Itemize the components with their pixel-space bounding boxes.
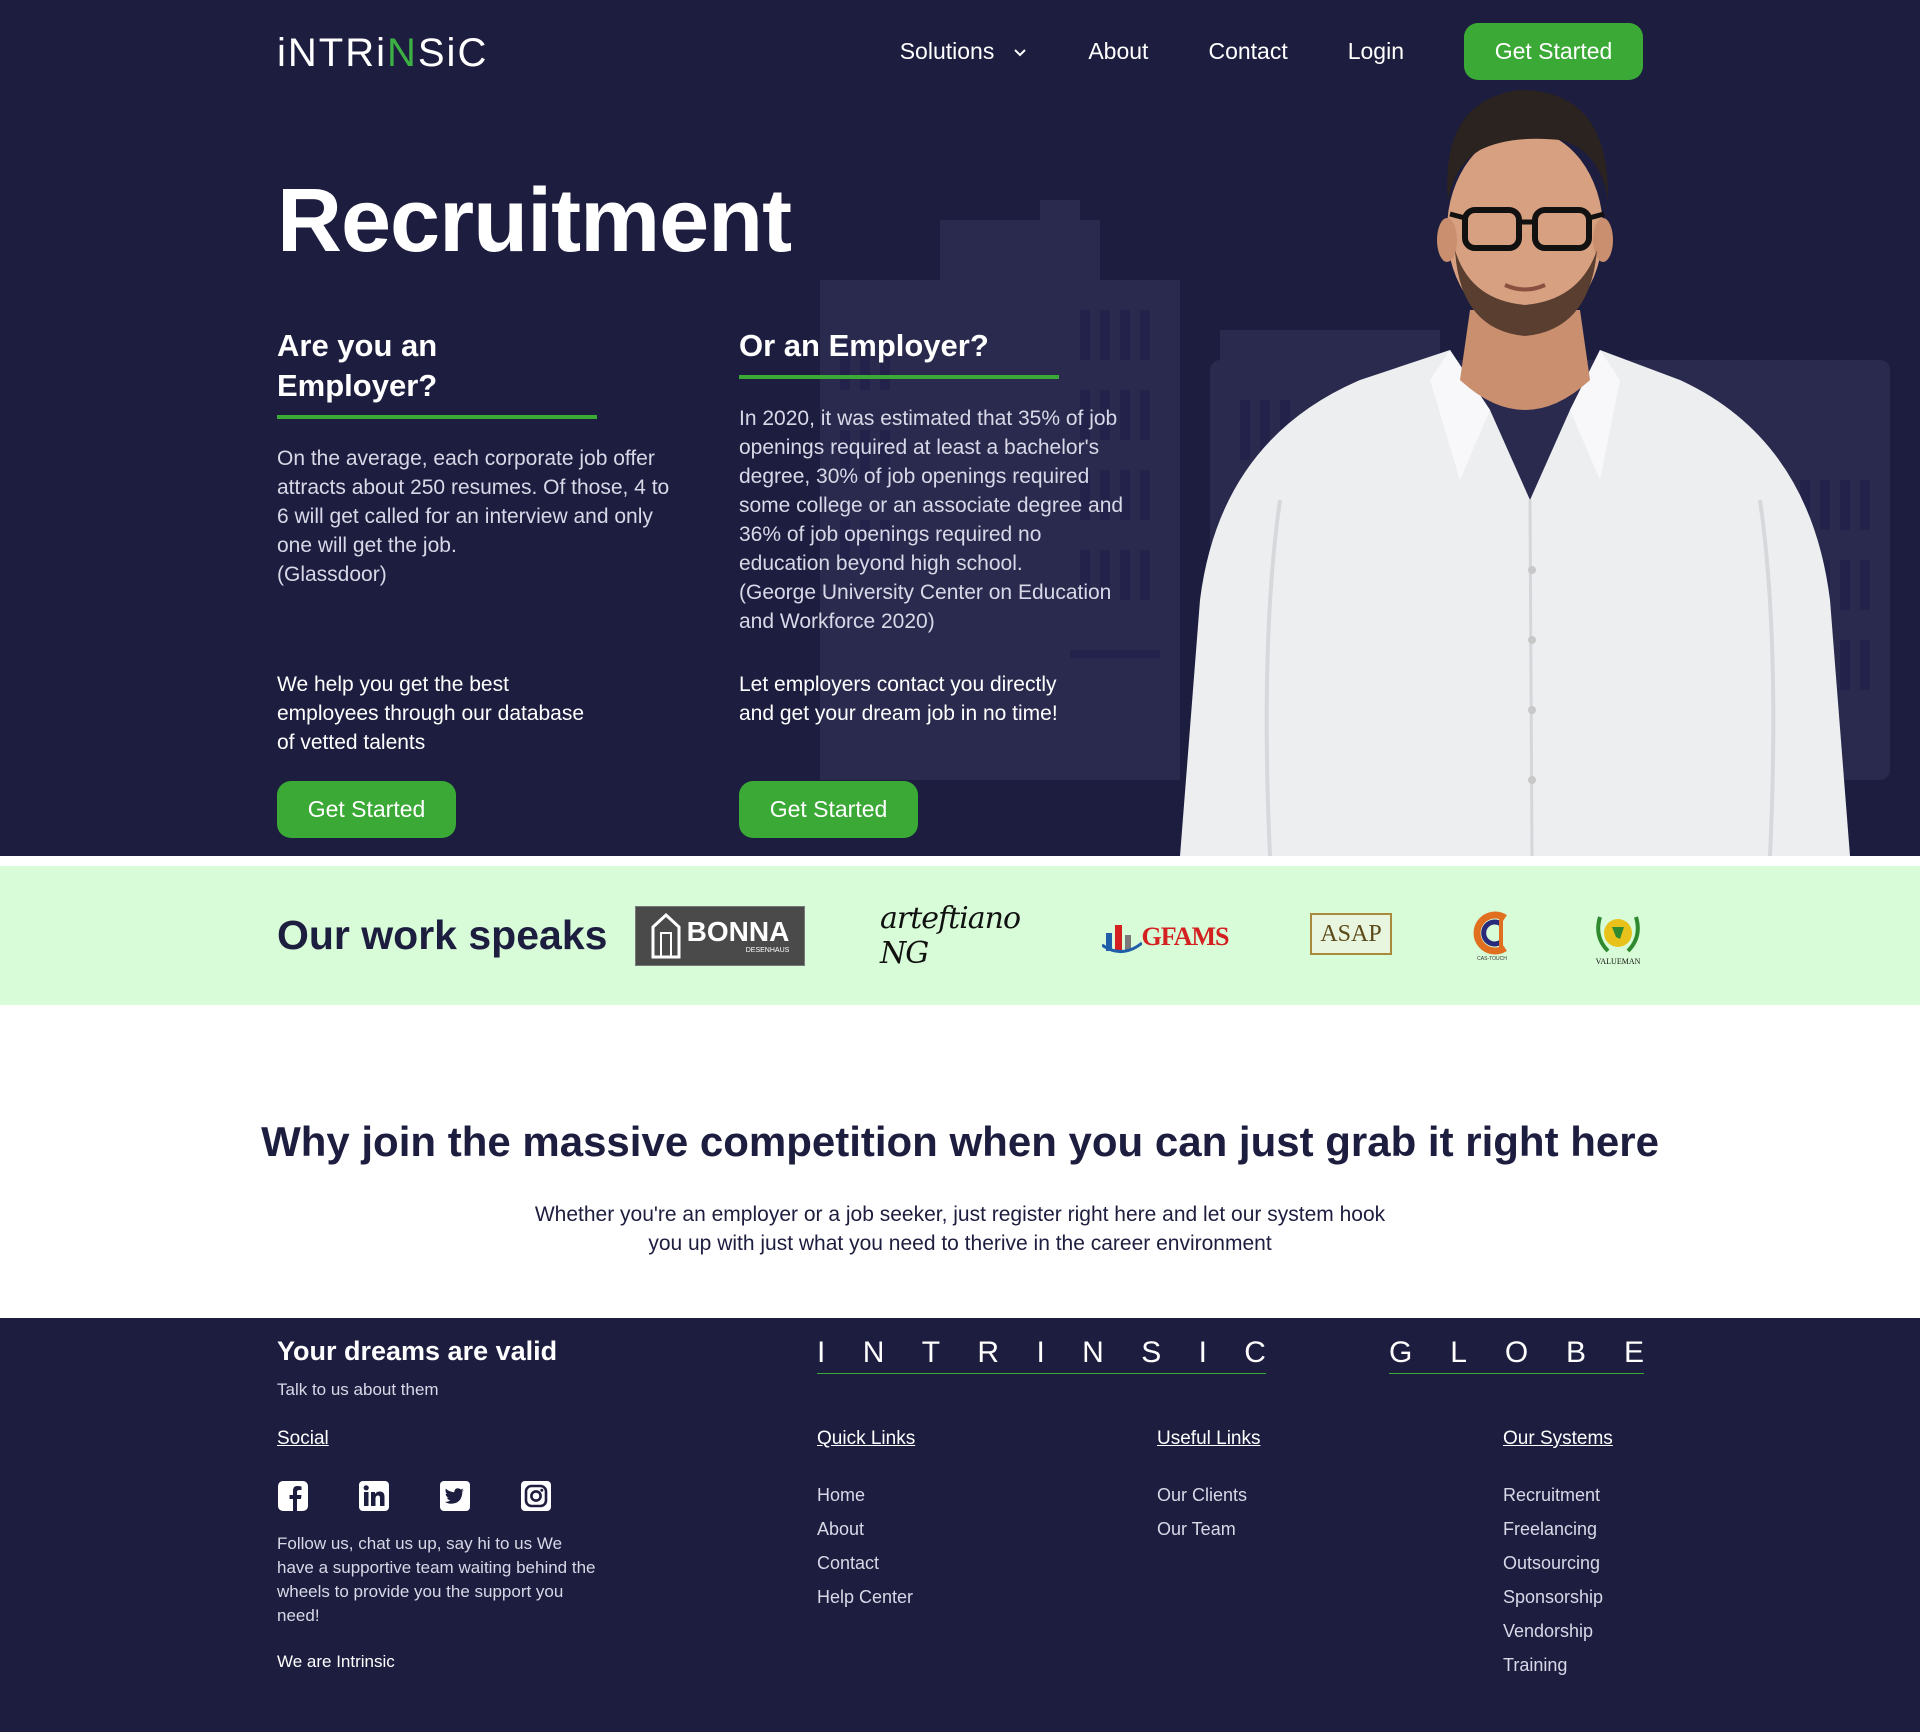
nav-get-started-button[interactable]: Get Started: [1464, 23, 1643, 80]
partners-strip: Our work speaks BONNA DESENHAUS arteftia…: [0, 866, 1920, 1005]
hero-person-photo: [1180, 90, 1850, 856]
seeker-stat-text: In 2020, it was estimated that 35% of jo…: [739, 407, 1124, 633]
social-icons: [277, 1480, 601, 1512]
brand-letter: S: [1141, 1336, 1162, 1369]
brand-letter: C: [1244, 1336, 1266, 1369]
brand-letter: O: [1504, 1336, 1529, 1369]
employer-get-started-button[interactable]: Get Started: [277, 781, 456, 838]
footer-brand-intrinsic: I N T R I N S I C: [817, 1336, 1266, 1374]
nav-contact[interactable]: Contact: [1208, 38, 1287, 65]
chevron-down-icon: [1014, 48, 1027, 56]
asap-logo-text: ASAP: [1320, 920, 1382, 947]
cas-touch-mark-icon: [1473, 911, 1507, 955]
why-heading: Why join the massive competition when yo…: [261, 1118, 1659, 1165]
footer-dreams-heading: Your dreams are valid: [277, 1336, 558, 1366]
footer-link-training[interactable]: Training: [1503, 1648, 1613, 1682]
gfams-logo-text: GFAMS: [1141, 922, 1230, 951]
partners-title: Our work speaks: [277, 912, 608, 958]
brand-letter: E: [1623, 1336, 1644, 1369]
arteftiano-logo: arteftiano NG: [880, 901, 1021, 971]
why-text: Whether you're an employer or a job seek…: [534, 1203, 1386, 1255]
logo-text-accent: N: [386, 30, 418, 75]
footer-social-heading: Social: [277, 1428, 329, 1449]
useful-links-column: Useful Links Our Clients Our Team: [1157, 1428, 1261, 1546]
cas-touch-logo: CAS-TOUCH: [1462, 906, 1522, 966]
footer-link-help-center[interactable]: Help Center: [817, 1580, 915, 1614]
valueman-logo: VALUEMAN: [1590, 904, 1646, 968]
brand-letter: G: [1389, 1336, 1413, 1369]
employer-heading: Are you an Employer?: [277, 326, 597, 419]
footer: Your dreams are valid Talk to us about t…: [0, 1318, 1920, 1732]
footer-link-our-clients[interactable]: Our Clients: [1157, 1478, 1261, 1512]
footer-link-sponsorship[interactable]: Sponsorship: [1503, 1580, 1613, 1614]
seeker-get-started-button[interactable]: Get Started: [739, 781, 918, 838]
footer-link-outsourcing[interactable]: Outsourcing: [1503, 1546, 1613, 1580]
quick-links-heading: Quick Links: [817, 1428, 916, 1449]
footer-link-our-team[interactable]: Our Team: [1157, 1512, 1261, 1546]
brand-letter: N: [1082, 1336, 1104, 1369]
bonna-logo-text: BONNA: [686, 916, 790, 947]
our-systems-heading: Our Systems: [1503, 1428, 1613, 1449]
main-nav: Solutions About Contact Login Get Starte…: [900, 23, 1643, 80]
seeker-heading: Or an Employer?: [739, 326, 1059, 379]
instagram-icon[interactable]: [520, 1480, 552, 1512]
bonna-logo-sub: DESENHAUS: [745, 947, 790, 954]
footer-follow-text: Follow us, chat us up, say hi to us We h…: [277, 1534, 596, 1625]
valueman-emblem-icon: [1596, 915, 1640, 952]
brand-letter: T: [921, 1336, 941, 1369]
footer-we-are: We are Intrinsic: [277, 1652, 395, 1671]
valueman-logo-text: VALUEMAN: [1595, 956, 1641, 966]
our-systems-column: Our Systems Recruitment Freelancing Outs…: [1503, 1428, 1613, 1682]
nav-login[interactable]: Login: [1348, 38, 1404, 65]
intrinsic-logo[interactable]: iNTRi N SiC: [277, 30, 488, 76]
nav-solutions[interactable]: Solutions: [900, 38, 1029, 65]
seeker-column: Or an Employer? In 2020, it was estimate…: [739, 326, 1139, 838]
brand-letter: I: [817, 1336, 826, 1369]
arteftiano-logo-text: arteftiano NG: [879, 901, 1021, 971]
employer-stat-text: On the average, each corporate job offer…: [277, 447, 670, 586]
quick-links-column: Quick Links Home About Contact Help Cent…: [817, 1428, 915, 1614]
page: iNTRi N SiC Solutions About Contact Login …: [0, 0, 1920, 1732]
footer-link-contact[interactable]: Contact: [817, 1546, 915, 1580]
footer-link-home[interactable]: Home: [817, 1478, 915, 1512]
bonna-logo: BONNA DESENHAUS: [635, 906, 805, 966]
cas-touch-logo-text: CAS-TOUCH: [1477, 956, 1507, 962]
footer-link-freelancing[interactable]: Freelancing: [1503, 1512, 1613, 1546]
twitter-icon[interactable]: [439, 1480, 471, 1512]
brand-letter: N: [862, 1336, 885, 1369]
footer-talk-text: Talk to us about them: [277, 1380, 439, 1399]
footer-link-vendorship[interactable]: Vendorship: [1503, 1614, 1613, 1648]
logo-text: iNTRi: [277, 30, 387, 75]
employer-pitch: We help you get the best employees throu…: [277, 673, 585, 754]
seeker-pitch: Let employers contact you directly and g…: [739, 673, 1058, 725]
employer-column: Are you an Employer? On the average, eac…: [277, 326, 677, 838]
footer-link-recruitment[interactable]: Recruitment: [1503, 1478, 1613, 1512]
page-title: Recruitment: [277, 171, 792, 271]
nav-about[interactable]: About: [1088, 38, 1148, 65]
brand-letter: R: [977, 1336, 1000, 1369]
brand-letter: L: [1450, 1336, 1467, 1369]
asap-logo: ASAP: [1310, 913, 1392, 955]
linkedin-icon[interactable]: [358, 1480, 390, 1512]
logo-text-end: SiC: [417, 30, 489, 75]
gfams-logo: GFAMS: [1100, 912, 1230, 962]
useful-links-heading: Useful Links: [1157, 1428, 1261, 1449]
footer-brand-globe: G L O B E: [1389, 1336, 1644, 1374]
house-icon: [651, 913, 681, 959]
brand-letter: I: [1198, 1336, 1207, 1369]
brand-letter: I: [1036, 1336, 1045, 1369]
brand-letter: B: [1566, 1336, 1587, 1369]
gfams-mark-icon: [1101, 925, 1142, 953]
nav-solutions-label: Solutions: [899, 38, 995, 64]
facebook-icon[interactable]: [277, 1480, 309, 1512]
footer-link-about[interactable]: About: [817, 1512, 915, 1546]
hero-section: iNTRi N SiC Solutions About Contact Login …: [0, 0, 1920, 856]
